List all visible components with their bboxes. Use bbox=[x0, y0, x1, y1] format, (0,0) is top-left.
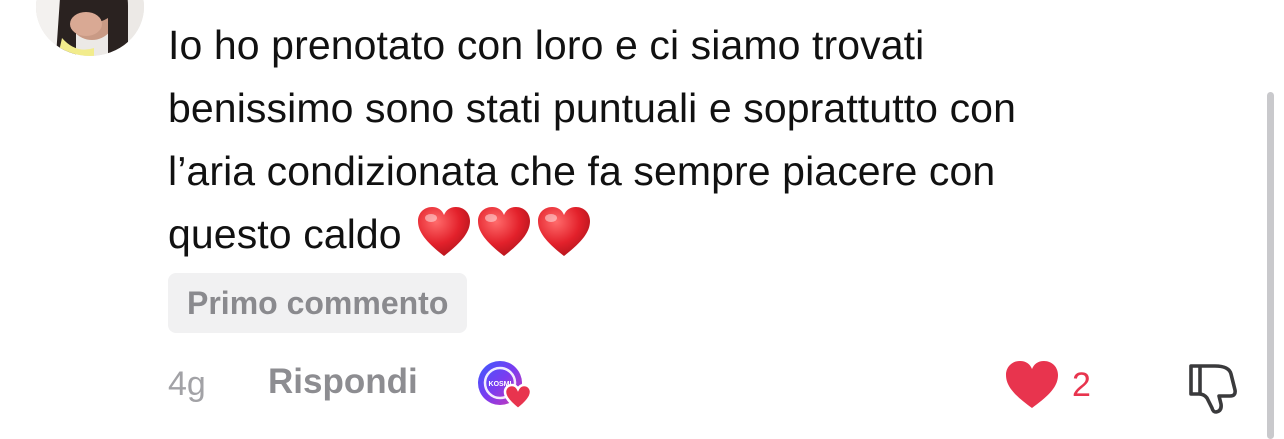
comment-timestamp: 4g bbox=[168, 365, 206, 403]
heart-emoji-group bbox=[416, 206, 596, 276]
comment-line-4-text: questo caldo bbox=[168, 211, 402, 257]
comment-item: Io ho prenotato con loro e ci siamo trov… bbox=[0, 0, 1284, 439]
scrollbar[interactable] bbox=[1267, 92, 1274, 439]
avatar-image bbox=[36, 0, 144, 56]
heart-filled-icon bbox=[1006, 361, 1058, 408]
comment-line-3: l’aria condizionata che fa sempre piacer… bbox=[168, 148, 996, 194]
comment-line-1: Io ho prenotato con loro e ci siamo trov… bbox=[168, 22, 925, 68]
thumbs-down-icon bbox=[1189, 364, 1237, 414]
dislike-button[interactable] bbox=[1185, 360, 1241, 414]
comment-text: Io ho prenotato con loro e ci siamo trov… bbox=[168, 14, 1218, 276]
red-heart-emoji-icon bbox=[537, 207, 590, 256]
reply-button[interactable]: Rispondi bbox=[268, 362, 418, 402]
creator-avatar-icon: KOSMI bbox=[478, 361, 533, 411]
like-count: 2 bbox=[1072, 366, 1091, 404]
red-heart-emoji-icon bbox=[417, 207, 470, 256]
like-button[interactable] bbox=[1004, 360, 1060, 410]
comment-line-2: benissimo sono stati puntuali e soprattu… bbox=[168, 85, 1016, 131]
comment-line-4: questo caldo bbox=[168, 203, 1218, 276]
first-comment-badge: Primo commento bbox=[168, 273, 468, 333]
red-heart-emoji-icon bbox=[477, 207, 530, 256]
avatar[interactable] bbox=[36, 0, 144, 56]
liked-by-creator-badge: KOSMI bbox=[476, 359, 534, 411]
